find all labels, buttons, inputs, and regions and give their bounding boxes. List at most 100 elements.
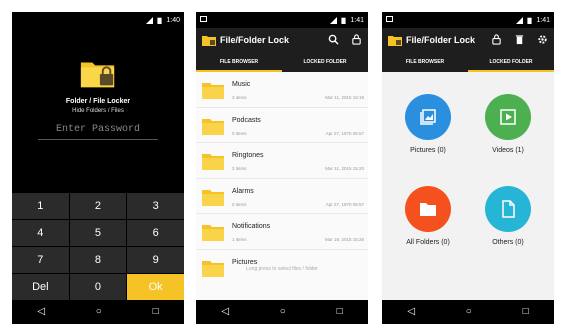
all-folders-category[interactable]: All Folders (0) <box>388 186 468 246</box>
ok-button[interactable]: Ok <box>127 274 184 300</box>
tab-bar: FILE BROWSER LOCKED FOLDER <box>196 52 368 72</box>
back-icon[interactable]: ◁ <box>37 307 45 317</box>
folder-icon <box>202 189 224 206</box>
item-count: 0 items <box>232 130 247 136</box>
item-count: 1 items <box>232 237 247 242</box>
nav-bar: ◁ ○ □ <box>382 300 554 324</box>
item-name: Music <box>232 81 251 88</box>
others-category[interactable]: Others (0) <box>468 186 548 246</box>
key-4[interactable]: 4 <box>12 220 69 246</box>
battery-icon <box>527 17 532 24</box>
status-bar: 1:40 <box>12 12 184 28</box>
recent-apps-icon[interactable]: □ <box>153 307 159 317</box>
list-item[interactable]: Notifications 1 items Mar 18, 2015 16:26 <box>196 214 368 250</box>
item-count: 0 items <box>232 201 247 207</box>
lock-icon[interactable] <box>491 34 502 45</box>
signal-icon <box>146 16 154 24</box>
search-icon[interactable] <box>328 34 339 45</box>
app-title: Folder / File Locker <box>65 98 131 105</box>
key-7[interactable]: 7 <box>12 247 69 273</box>
file-list: Music 3 items Mar 11, 2015 15:19 Podcast… <box>196 72 368 284</box>
key-0[interactable]: 0 <box>69 274 127 300</box>
pictures-icon <box>420 109 436 125</box>
folder-icon <box>420 203 436 216</box>
item-date: Apr 27, 1970 06:57 <box>325 201 364 207</box>
notification-icon <box>200 16 207 22</box>
list-item[interactable]: Ringtones 3 items Mar 11, 2015 15:20 <box>196 143 368 179</box>
home-icon[interactable]: ○ <box>280 307 286 317</box>
password-input[interactable] <box>38 120 158 140</box>
file-browser-screen: 1:41 File/Folder Lock FILE BROWSER LOCKE… <box>196 12 368 324</box>
key-3[interactable]: 3 <box>127 193 184 219</box>
back-icon[interactable]: ◁ <box>221 307 229 317</box>
item-name: Ringtones <box>232 152 264 159</box>
long-press-hint: Long press to select files / folder <box>246 266 318 272</box>
nav-bar: ◁ ○ □ <box>196 300 368 324</box>
tab-locked-folder[interactable]: LOCKED FOLDER <box>468 52 554 72</box>
lock-icon[interactable] <box>351 34 362 45</box>
item-date: Apr 27, 1970 06:57 <box>325 130 364 136</box>
videos-label: Videos (1) <box>492 147 524 154</box>
pictures-label: Pictures (0) <box>410 147 446 154</box>
item-count: 3 items <box>232 166 247 171</box>
signal-icon <box>516 16 524 24</box>
pictures-category[interactable]: Pictures (0) <box>388 94 468 154</box>
item-date: Mar 18, 2015 16:26 <box>324 237 364 242</box>
nav-bar: ◁ ○ □ <box>12 300 184 324</box>
item-name: Notifications <box>232 223 271 230</box>
list-item[interactable]: Alarms 0 items Apr 27, 1970 06:57 <box>196 178 368 214</box>
tab-bar: FILE BROWSER LOCKED FOLDER <box>382 52 554 72</box>
recent-apps-icon[interactable]: □ <box>523 307 529 317</box>
app-subtitle: Hide Folders / Files <box>72 108 124 114</box>
delete-button[interactable]: Del <box>12 274 69 300</box>
item-name: Pictures <box>232 258 258 266</box>
others-label: Others (0) <box>492 239 524 246</box>
tab-file-browser[interactable]: FILE BROWSER <box>196 52 282 72</box>
delete-icon[interactable] <box>514 34 525 45</box>
tab-locked-folder[interactable]: LOCKED FOLDER <box>282 52 368 72</box>
status-time: 1:40 <box>166 16 180 24</box>
app-title: File/Folder Lock <box>220 35 290 45</box>
folder-lock-icon <box>202 35 216 46</box>
list-item[interactable]: Music 3 items Mar 11, 2015 15:19 <box>196 72 368 108</box>
home-icon[interactable]: ○ <box>96 307 102 317</box>
key-6[interactable]: 6 <box>127 220 184 246</box>
videos-icon <box>500 109 516 125</box>
list-item[interactable]: Podcasts 0 items Apr 27, 1970 06:57 <box>196 107 368 143</box>
settings-gear-icon[interactable] <box>537 34 548 45</box>
item-name: Alarms <box>232 187 254 195</box>
home-icon[interactable]: ○ <box>466 307 472 317</box>
app-title: File/Folder Lock <box>406 35 476 45</box>
item-count: 3 items <box>232 95 247 100</box>
keypad: 1 2 3 4 5 6 7 8 9 Del 0 Ok <box>12 193 184 300</box>
locked-folder-screen: 1:41 File/Folder Lock FILE BROWSER LOCKE… <box>382 12 554 324</box>
pictures-button[interactable] <box>405 94 451 140</box>
others-button[interactable] <box>485 186 531 232</box>
key-9[interactable]: 9 <box>127 247 184 273</box>
key-8[interactable]: 8 <box>69 247 127 273</box>
battery-icon <box>157 17 162 24</box>
videos-category[interactable]: Videos (1) <box>468 94 548 154</box>
folder-icon <box>202 83 224 99</box>
signal-icon <box>330 16 338 24</box>
status-time: 1:41 <box>536 16 550 24</box>
key-2[interactable]: 2 <box>69 193 127 219</box>
status-time: 1:41 <box>350 16 364 24</box>
recent-apps-icon[interactable]: □ <box>337 307 343 317</box>
folder-lock-logo-icon <box>80 62 115 88</box>
key-1[interactable]: 1 <box>12 193 69 219</box>
app-bar: File/Folder Lock <box>196 28 368 52</box>
file-icon <box>502 200 515 218</box>
back-icon[interactable]: ◁ <box>407 307 415 317</box>
tab-file-browser[interactable]: FILE BROWSER <box>382 52 468 72</box>
app-bar: File/Folder Lock <box>382 28 554 52</box>
all-folders-button[interactable] <box>405 186 451 232</box>
folder-lock-icon <box>388 35 402 46</box>
key-5[interactable]: 5 <box>69 220 127 246</box>
folder-icon <box>202 118 224 135</box>
folder-icon <box>202 154 224 170</box>
battery-icon <box>341 17 346 24</box>
lock-screen: 1:40 Folder / File Locker Hide Folders /… <box>12 12 184 324</box>
item-date: Mar 11, 2015 15:19 <box>325 95 364 100</box>
videos-button[interactable] <box>485 94 531 140</box>
